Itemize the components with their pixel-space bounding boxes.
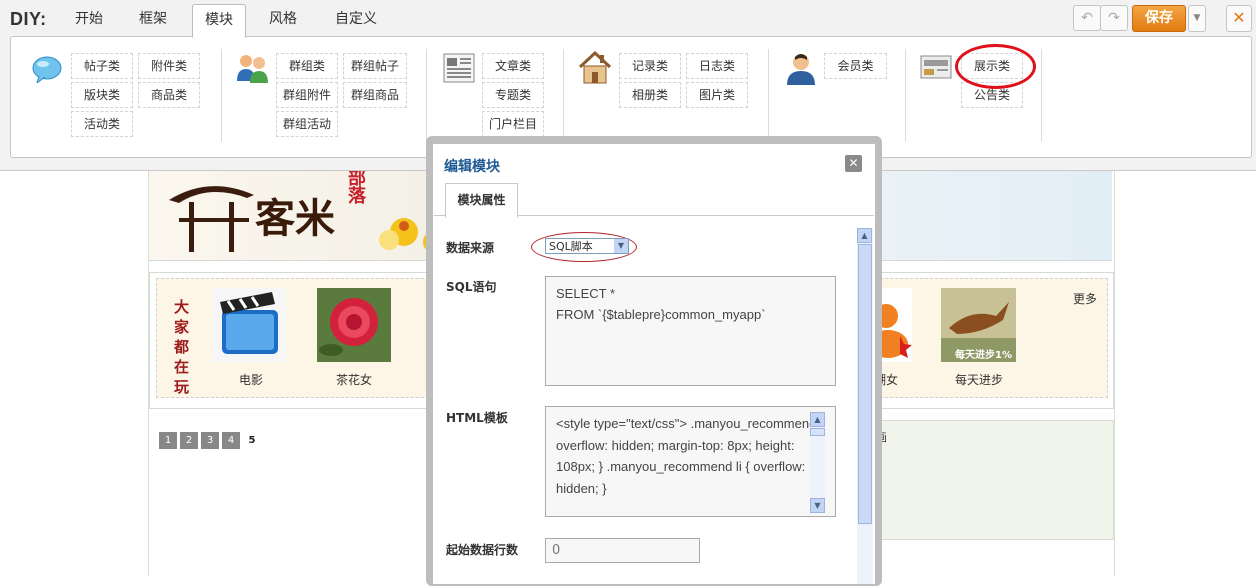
right-content-box: 画: [860, 420, 1114, 540]
app-caption[interactable]: 茶花女: [309, 371, 399, 388]
close-diy-button[interactable]: ✕: [1226, 5, 1252, 32]
dialog-title: 编辑模块: [444, 159, 500, 175]
scroll-thumb[interactable]: [810, 428, 825, 436]
page-link[interactable]: 3: [201, 432, 219, 449]
module-activity[interactable]: 活动类: [71, 111, 133, 137]
chevron-down-icon: ▼: [1193, 13, 1201, 23]
banner-title: 客米: [255, 195, 335, 242]
dialog-scroll-thumb[interactable]: [858, 244, 872, 524]
module-forum[interactable]: 版块类: [71, 82, 133, 108]
save-options-button[interactable]: ▼: [1188, 5, 1206, 32]
group-divider: [1041, 49, 1042, 142]
apps-heading: 大家都在玩: [174, 298, 190, 396]
tab-custom[interactable]: 自定义: [323, 4, 389, 35]
module-member[interactable]: 会员类: [824, 53, 887, 79]
sql-label: SQL语句: [446, 280, 497, 294]
tab-start[interactable]: 开始: [62, 4, 116, 35]
group-divider: [768, 49, 769, 142]
module-album[interactable]: 相册类: [619, 82, 681, 108]
camellia-app-icon[interactable]: [317, 288, 391, 362]
module-group-post[interactable]: 群组帖子: [343, 53, 407, 79]
page-link[interactable]: 1: [159, 432, 177, 449]
banner-subtitle: 部落: [345, 168, 366, 204]
close-icon: ✕: [1232, 8, 1246, 27]
redo-button[interactable]: ↷: [1100, 5, 1128, 31]
html-template-scrollbar[interactable]: ▲ ▼: [810, 412, 825, 513]
html-template-label: HTML模板: [446, 411, 508, 425]
more-link[interactable]: 更多: [1073, 290, 1097, 307]
module-attachment[interactable]: 附件类: [138, 53, 200, 79]
dialog-close-button[interactable]: ✕: [845, 155, 862, 172]
page-current: 5: [248, 435, 256, 446]
module-goods[interactable]: 商品类: [138, 82, 200, 108]
display-board-icon: [920, 53, 952, 84]
newspaper-icon: [443, 53, 475, 86]
module-group-goods[interactable]: 群组商品: [343, 82, 407, 108]
data-source-label: 数据来源: [446, 241, 495, 255]
group-divider: [563, 49, 564, 142]
users-group-icon: [235, 51, 271, 88]
sql-textarea[interactable]: SELECT * FROM `{$tablepre}common_myapp`: [545, 276, 836, 386]
start-rows-label: 起始数据行数: [446, 543, 519, 557]
module-image[interactable]: 图片类: [686, 82, 748, 108]
module-group-attachment[interactable]: 群组附件: [276, 82, 338, 108]
start-rows-input[interactable]: 0: [545, 538, 700, 563]
module-post[interactable]: 帖子类: [71, 53, 133, 79]
tab-style[interactable]: 风格: [256, 4, 310, 35]
app-caption[interactable]: 每天进步: [934, 371, 1024, 388]
module-article[interactable]: 文章类: [482, 53, 544, 79]
page-link[interactable]: 4: [222, 432, 240, 449]
app-badge-text: 每天进步1%: [955, 348, 1012, 361]
module-record[interactable]: 记录类: [619, 53, 681, 79]
scroll-up-icon[interactable]: ▲: [810, 412, 825, 427]
tab-frame[interactable]: 框架: [126, 4, 180, 35]
html-template-textarea[interactable]: <style type="text/css"> .manyou_recommen…: [545, 406, 836, 517]
progress-app-icon[interactable]: 每天进步1%: [941, 288, 1016, 362]
app-caption[interactable]: 电影: [206, 371, 296, 388]
module-topic[interactable]: 专题类: [482, 82, 544, 108]
speech-bubble-icon: [31, 55, 63, 86]
undo-icon: ↶: [1081, 10, 1093, 26]
save-button[interactable]: 保存: [1132, 5, 1186, 32]
module-portal-category[interactable]: 门户栏目: [482, 111, 544, 137]
movie-app-icon[interactable]: [212, 288, 286, 362]
chevron-down-icon[interactable]: ▼: [614, 239, 628, 253]
undo-button[interactable]: ↶: [1073, 5, 1101, 31]
group-divider: [426, 49, 427, 142]
page-link[interactable]: 2: [180, 432, 198, 449]
close-icon: ✕: [848, 156, 859, 170]
highlight-circle: [955, 44, 1036, 89]
scroll-up-icon[interactable]: ▲: [857, 228, 872, 243]
diy-label: DIY:: [10, 9, 47, 29]
house-icon: [578, 50, 612, 88]
member-icon: [785, 51, 817, 88]
module-group-activity[interactable]: 群组活动: [276, 111, 338, 137]
tab-module-properties[interactable]: 模块属性: [445, 183, 518, 218]
scroll-down-icon[interactable]: ▼: [810, 498, 825, 513]
pager: 12345: [159, 432, 264, 449]
group-divider: [905, 49, 906, 142]
module-group[interactable]: 群组类: [276, 53, 338, 79]
redo-icon: ↷: [1108, 10, 1120, 26]
tab-module[interactable]: 模块: [192, 4, 246, 38]
group-divider: [221, 49, 222, 142]
module-blog[interactable]: 日志类: [686, 53, 748, 79]
